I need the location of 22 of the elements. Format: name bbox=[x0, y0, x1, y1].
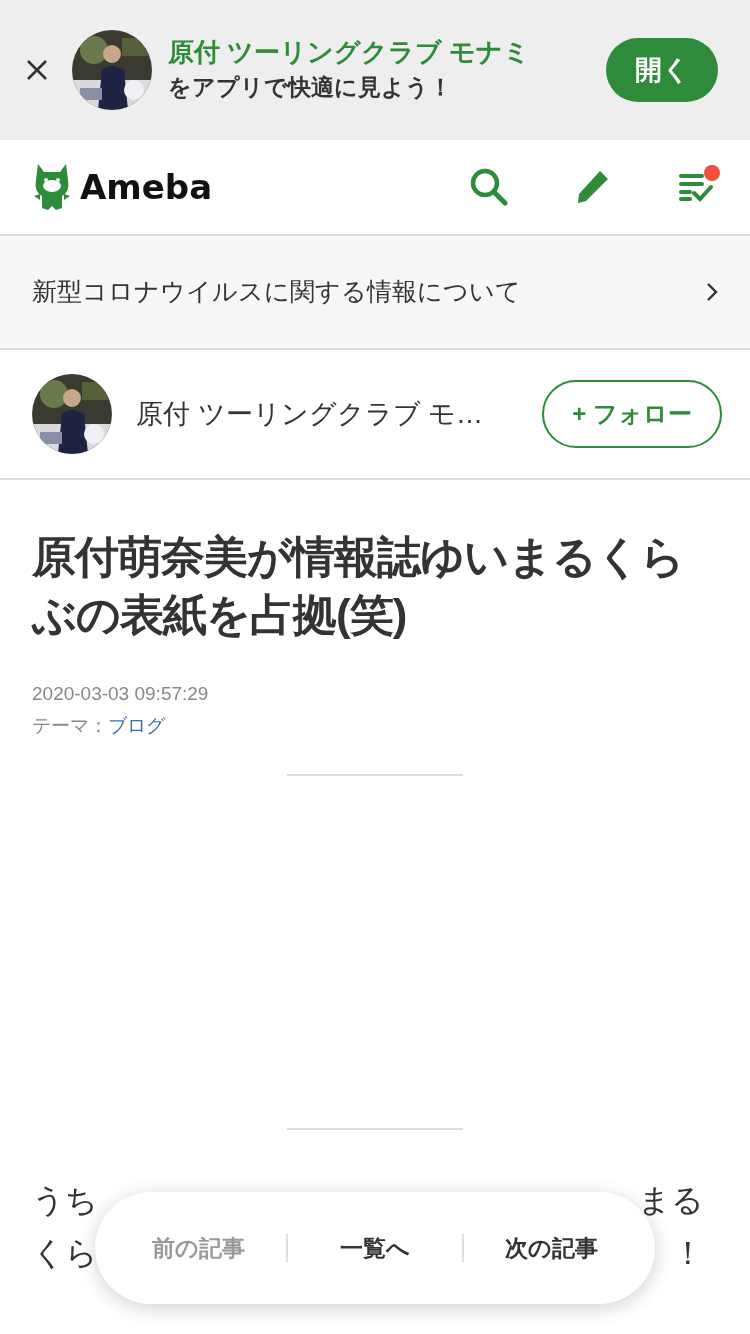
app-title: 原付 ツーリングクラブ モナミ bbox=[168, 35, 532, 69]
pager-link[interactable]: 一覧へ bbox=[287, 1229, 463, 1267]
body-text: くら bbox=[32, 1234, 98, 1274]
pager-link[interactable]: 次の記事 bbox=[464, 1229, 639, 1267]
theme-label: テーマ： bbox=[32, 715, 108, 737]
body-text: ！ bbox=[672, 1234, 704, 1274]
chevron-right-icon[interactable] bbox=[706, 282, 718, 302]
body-text: まる bbox=[638, 1181, 704, 1221]
theme-link[interactable]: ブログ bbox=[108, 715, 165, 737]
close-icon[interactable] bbox=[26, 59, 48, 81]
logo-text[interactable]: Ameba bbox=[80, 161, 213, 213]
checklist-icon[interactable] bbox=[678, 171, 714, 203]
pencil-icon[interactable] bbox=[576, 169, 610, 205]
follow-button[interactable]: + フォロー bbox=[542, 380, 722, 448]
article-title: 原付萌奈美が情報誌ゆいまるくらぶの表紙を占拠(笑) bbox=[32, 531, 685, 642]
logo-icon[interactable] bbox=[32, 162, 72, 212]
body-text: うち bbox=[32, 1181, 98, 1221]
app-message: をアプリで快適に見よう！ bbox=[168, 72, 453, 102]
open-button[interactable]: 開く bbox=[606, 38, 718, 102]
search-icon[interactable] bbox=[470, 168, 508, 206]
post-date: 2020-03-03 09:57:29 bbox=[32, 682, 210, 707]
author-name[interactable]: 原付 ツーリングクラブ モ… bbox=[136, 393, 542, 435]
